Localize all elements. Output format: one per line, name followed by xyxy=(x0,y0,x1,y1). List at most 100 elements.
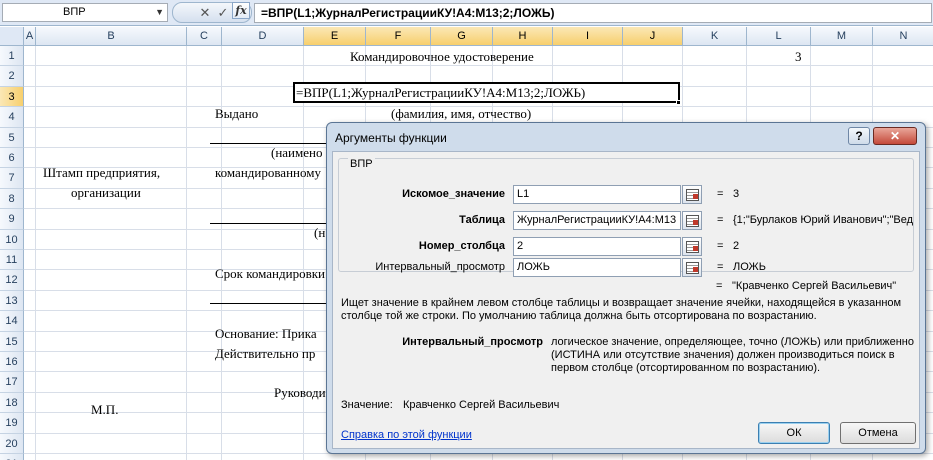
column-header-b[interactable]: B xyxy=(36,27,187,46)
formula-bar: ВПР ▼ ✕ ✓ fx =ВПР(L1;ЖурналРегистрацииКУ… xyxy=(0,0,933,26)
arg-result-lookup-value: 3 xyxy=(733,188,740,200)
row-header-5[interactable]: 5 xyxy=(0,127,24,148)
stamp-line-1: Штамп предприятия, xyxy=(43,165,161,180)
cancel-button[interactable]: Отмена xyxy=(840,422,916,444)
insert-function-button[interactable]: fx xyxy=(232,2,250,19)
row-header-2[interactable]: 2 xyxy=(0,66,24,87)
head-label: Руководи xyxy=(274,385,326,400)
underline xyxy=(210,143,330,144)
column-header-a[interactable]: A xyxy=(24,27,36,46)
value-text: Кравченко Сергей Васильевич xyxy=(403,399,560,411)
column-header-l[interactable]: L xyxy=(747,27,811,46)
row-header-21[interactable]: 21 xyxy=(0,454,24,460)
column-header-j[interactable]: J xyxy=(623,27,683,46)
row-header-1[interactable]: 1 xyxy=(0,46,24,67)
row-header-6[interactable]: 6 xyxy=(0,148,24,169)
collapse-dialog-icon[interactable] xyxy=(682,211,702,230)
name-box[interactable]: ВПР ▼ xyxy=(2,3,168,22)
row-header-17[interactable]: 17 xyxy=(0,372,24,393)
column-header-m[interactable]: M xyxy=(811,27,873,46)
arg-label-range-lookup: Интервальный_просмотр xyxy=(375,261,505,273)
row-header-13[interactable]: 13 xyxy=(0,290,24,312)
basis-label: Основание: Прика xyxy=(215,326,317,341)
row-header-18[interactable]: 18 xyxy=(0,392,24,414)
row-header-10[interactable]: 10 xyxy=(0,229,24,250)
ok-button[interactable]: ОК xyxy=(758,422,830,444)
column-header-d[interactable]: D xyxy=(222,27,304,46)
underline xyxy=(210,223,330,224)
sheet-title: Командировочное удостоверение xyxy=(350,49,534,64)
term-label: Срок командировки xyxy=(215,266,325,281)
equals-sign: = xyxy=(717,188,724,200)
column-header-c[interactable]: C xyxy=(187,27,222,46)
row-header-4[interactable]: 4 xyxy=(0,107,24,128)
row-header-14[interactable]: 14 xyxy=(0,311,24,332)
column-header-f[interactable]: F xyxy=(366,27,431,46)
close-icon[interactable]: ✕ xyxy=(873,127,917,145)
underline xyxy=(210,303,330,304)
arg-label-table: Таблица xyxy=(459,214,505,226)
row-header-15[interactable]: 15 xyxy=(0,331,24,352)
fill-handle[interactable] xyxy=(676,100,681,105)
row-header-20[interactable]: 20 xyxy=(0,433,24,454)
column-header-g[interactable]: G xyxy=(431,27,493,46)
stamp-line-2: организации xyxy=(71,185,141,200)
row-header-8[interactable]: 8 xyxy=(0,188,24,210)
n-hint: (н xyxy=(314,225,326,240)
function-description: Ищет значение в крайнем левом столбце та… xyxy=(341,297,902,322)
valid-label: Действительно пр xyxy=(215,346,316,361)
arg-input-table[interactable]: ЖурналРегистрацииКУ!A4:M13 xyxy=(513,211,681,230)
function-help-link[interactable]: Справка по этой функции xyxy=(341,429,472,441)
issued-label: Выдано xyxy=(215,106,259,121)
function-arguments-dialog: Аргументы функции ? ✕ ВПР Искомое_значен… xyxy=(326,122,926,454)
formula-input[interactable]: =ВПР(L1;ЖурналРегистрацииКУ!A4:M13;2;ЛОЖ… xyxy=(254,3,932,23)
fio-hint: (фамилия, имя, отчество) xyxy=(391,106,532,121)
dialog-title: Аргументы функции xyxy=(335,131,447,145)
arg-input-col-index[interactable]: 2 xyxy=(513,237,681,256)
column-header-i[interactable]: I xyxy=(553,27,623,46)
row-header-16[interactable]: 16 xyxy=(0,352,24,373)
row-header-9[interactable]: 9 xyxy=(0,209,24,230)
equals-sign: = xyxy=(717,261,724,273)
row-header-3[interactable]: 3 xyxy=(0,86,24,108)
arguments-group: ВПР Искомое_значение L1 = 3 Таблица Журн… xyxy=(338,158,914,277)
sent-label: командированному xyxy=(215,165,321,180)
certificate-number: 3 xyxy=(795,49,802,64)
collapse-dialog-icon[interactable] xyxy=(682,258,702,277)
select-all-corner[interactable] xyxy=(0,27,24,46)
row-header-11[interactable]: 11 xyxy=(0,250,24,271)
equals-sign: = xyxy=(717,214,724,226)
cancel-formula-icon[interactable]: ✕ xyxy=(197,5,213,21)
arg-result-table: {1;"Бурлаков Юрий Иванович";"Вед xyxy=(733,214,913,226)
active-cell-e3[interactable]: =ВПР(L1;ЖурналРегистрацииКУ!A4:M13;2;ЛОЖ… xyxy=(293,82,680,103)
column-header-e[interactable]: E xyxy=(304,27,366,46)
equals-sign: = xyxy=(717,240,724,252)
row-header-12[interactable]: 12 xyxy=(0,270,24,291)
grid-line xyxy=(24,65,933,67)
enter-formula-icon[interactable]: ✓ xyxy=(215,5,231,21)
equals-sign: = xyxy=(716,280,723,292)
excel-window: ВПР ▼ ✕ ✓ fx =ВПР(L1;ЖурналРегистрацииКУ… xyxy=(0,0,933,460)
value-label: Значение: xyxy=(341,399,393,411)
arg-input-range-lookup[interactable]: ЛОЖЬ xyxy=(513,258,681,277)
chevron-down-icon[interactable]: ▼ xyxy=(155,4,164,21)
mp-label: М.П. xyxy=(91,402,119,417)
collapse-dialog-icon[interactable] xyxy=(682,185,702,204)
arg-help-text: логическое значение, определяющее, точно… xyxy=(551,336,914,374)
arg-label-lookup-value: Искомое_значение xyxy=(402,188,505,200)
formula-result: "Кравченко Сергей Васильевич" xyxy=(732,280,897,292)
grid-line xyxy=(186,46,187,460)
row-header-19[interactable]: 19 xyxy=(0,413,24,434)
function-name: ВПР xyxy=(348,158,375,170)
row-header-7[interactable]: 7 xyxy=(0,168,24,189)
help-icon[interactable]: ? xyxy=(848,127,870,145)
arg-input-lookup-value[interactable]: L1 xyxy=(513,185,681,204)
arg-result-range-lookup: ЛОЖЬ xyxy=(733,261,766,273)
column-header-h[interactable]: H xyxy=(493,27,553,46)
column-header-k[interactable]: K xyxy=(683,27,747,46)
arg-help-name: Интервальный_просмотр xyxy=(402,336,543,348)
name-box-value: ВПР xyxy=(63,6,86,18)
collapse-dialog-icon[interactable] xyxy=(682,237,702,256)
arg-result-col-index: 2 xyxy=(733,240,740,252)
column-header-n[interactable]: N xyxy=(873,27,933,46)
